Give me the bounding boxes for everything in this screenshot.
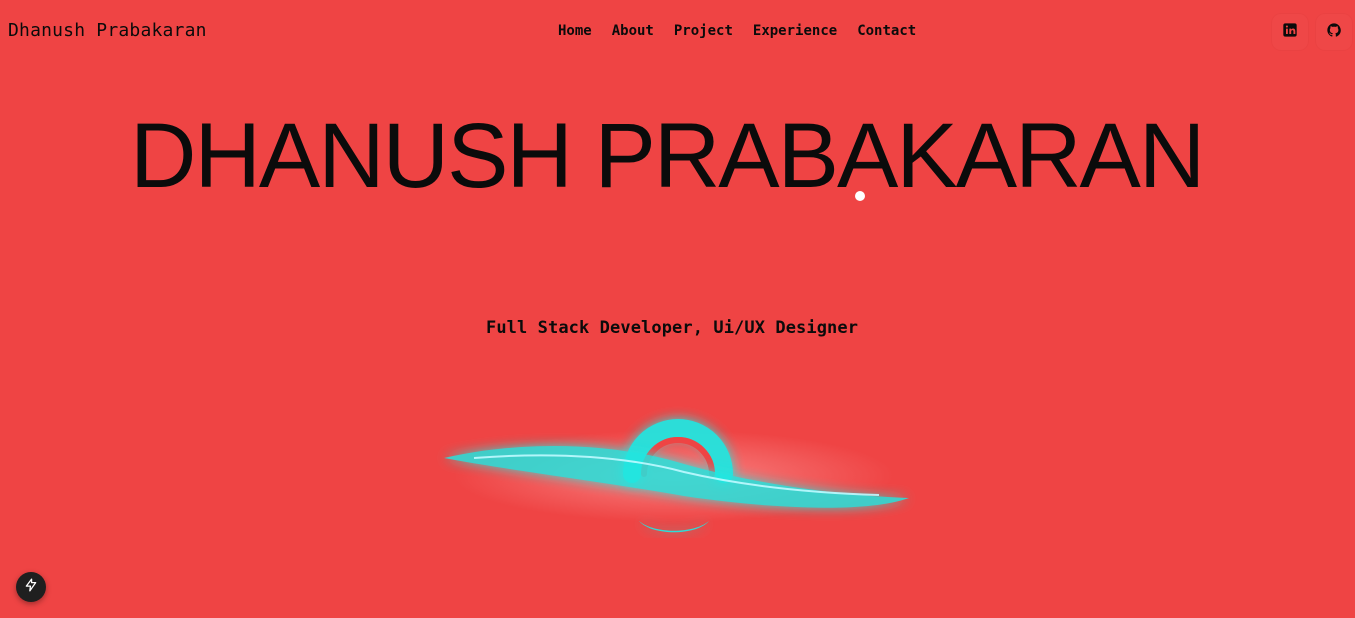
- hero-subtitle: Full Stack Developer, Ui/UX Designer: [486, 318, 859, 338]
- github-icon: [1326, 22, 1342, 43]
- nav-link-experience[interactable]: Experience: [753, 23, 837, 39]
- linkedin-button[interactable]: [1272, 14, 1308, 50]
- nav-link-project[interactable]: Project: [674, 23, 733, 39]
- cursor-dot: [855, 191, 865, 201]
- lightning-icon: [24, 578, 38, 597]
- hero-title: DHANUSH PRABAKARAN: [130, 105, 1205, 207]
- main-navigation: Home About Project Experience Contact: [558, 23, 916, 39]
- linkedin-icon: [1282, 22, 1298, 43]
- top-navbar: Dhanush Prabakaran Home About Project Ex…: [0, 0, 1355, 64]
- brand-name[interactable]: Dhanush Prabakaran: [8, 20, 207, 41]
- floating-action-button[interactable]: [16, 572, 46, 602]
- nav-link-contact[interactable]: Contact: [857, 23, 916, 39]
- github-button[interactable]: [1316, 14, 1352, 50]
- nav-link-home[interactable]: Home: [558, 23, 592, 39]
- nav-link-about[interactable]: About: [612, 23, 654, 39]
- black-hole-graphic: [434, 346, 934, 618]
